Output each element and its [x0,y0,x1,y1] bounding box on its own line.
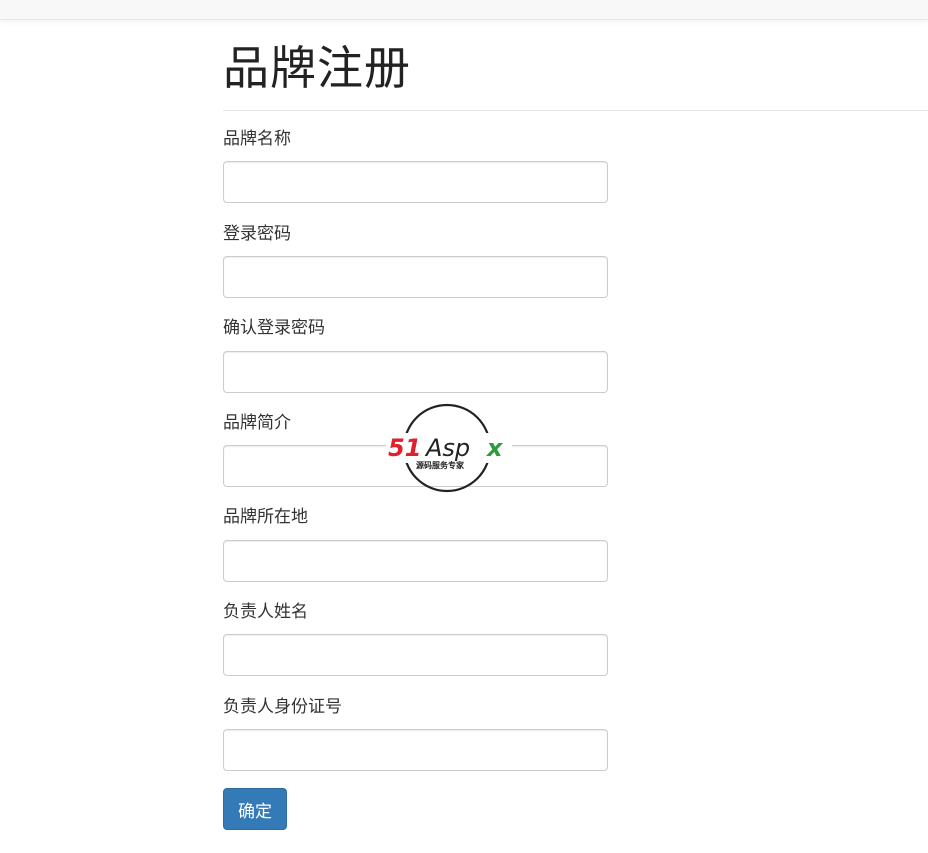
field-group-contact-name: 负责人姓名 [223,601,608,623]
field-group-confirm-password: 确认登录密码 [223,317,608,339]
brand-intro-label: 品牌简介 [223,413,291,433]
brand-name-label: 品牌名称 [223,129,291,149]
password-label: 登录密码 [223,224,291,244]
field-group-password: 登录密码 [223,223,608,245]
brand-name-input[interactable] [223,161,608,203]
submit-button[interactable]: 确定 [223,788,287,830]
bottom-partial-link[interactable]: ‐‐ [223,845,234,853]
registration-form: 品牌名称 登录密码 确认登录密码 品牌简介 品牌所在地 负责人姓名 负责人身份证… [223,0,608,853]
field-group-brand-name: 品牌名称 [223,128,608,150]
field-group-contact-id: 负责人身份证号 [223,696,608,718]
contact-name-input[interactable] [223,634,608,676]
brand-intro-input[interactable] [223,445,608,487]
brand-location-input[interactable] [223,540,608,582]
contact-id-input[interactable] [223,729,608,771]
field-group-brand-intro: 品牌简介 [223,412,608,434]
contact-name-label: 负责人姓名 [223,602,308,622]
contact-id-label: 负责人身份证号 [223,697,342,717]
confirm-password-label: 确认登录密码 [223,318,325,338]
confirm-password-input[interactable] [223,351,608,393]
field-group-brand-location: 品牌所在地 [223,506,608,528]
brand-location-label: 品牌所在地 [223,507,308,527]
password-input[interactable] [223,256,608,298]
